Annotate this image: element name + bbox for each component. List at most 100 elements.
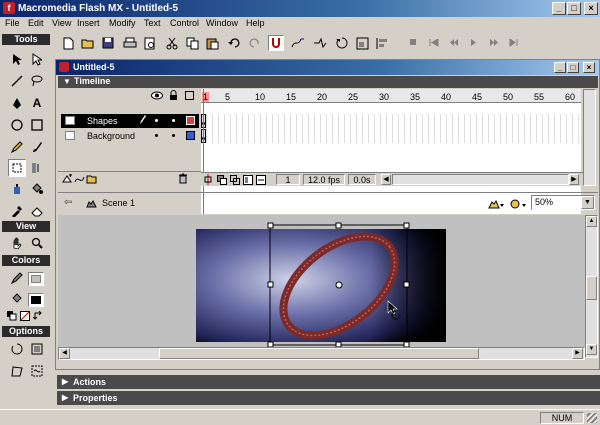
- rectangle-tool-icon[interactable]: [28, 116, 46, 134]
- step-forward-icon[interactable]: [486, 35, 502, 51]
- menu-modify[interactable]: Modify: [109, 18, 136, 28]
- stage-area[interactable]: [58, 215, 585, 347]
- show-hide-all-eye-icon[interactable]: [151, 91, 163, 101]
- pencil-tool-icon[interactable]: [8, 138, 26, 156]
- timeline-vertical-scrollbar[interactable]: [583, 89, 596, 186]
- delete-layer-icon[interactable]: [178, 173, 188, 184]
- actions-panel-header[interactable]: ▶ Actions: [57, 375, 600, 389]
- straighten-icon[interactable]: [312, 35, 328, 51]
- insert-layer-icon[interactable]: [62, 174, 73, 184]
- zoom-tool-icon[interactable]: [28, 234, 46, 252]
- text-tool-icon[interactable]: A: [28, 94, 46, 112]
- horizontal-scroll-thumb[interactable]: [159, 348, 479, 359]
- maximize-button[interactable]: □: [567, 2, 581, 15]
- oval-tool-icon[interactable]: [8, 116, 26, 134]
- lock-dot[interactable]: [172, 119, 175, 122]
- timeline-header[interactable]: ▼ Timeline: [58, 76, 598, 88]
- lasso-tool-icon[interactable]: [28, 72, 46, 90]
- expand-arrow-icon[interactable]: ▶: [62, 391, 68, 405]
- scene-name[interactable]: Scene 1: [102, 198, 135, 208]
- new-file-icon[interactable]: [60, 35, 76, 51]
- snap-to-objects-icon[interactable]: [268, 35, 284, 51]
- envelope-option-icon[interactable]: [28, 362, 46, 380]
- menu-text[interactable]: Text: [144, 18, 161, 28]
- onion-skin-outlines-icon[interactable]: [230, 175, 240, 185]
- edit-symbols-icon[interactable]: [510, 196, 526, 210]
- modify-onion-markers-icon[interactable]: [256, 175, 266, 185]
- menu-insert[interactable]: Insert: [77, 18, 100, 28]
- play-icon[interactable]: [466, 35, 482, 51]
- stage-vertical-scrollbar[interactable]: ▲ ▼: [585, 215, 598, 358]
- undo-icon[interactable]: [226, 35, 242, 51]
- print-icon[interactable]: [122, 35, 138, 51]
- resize-grip-icon[interactable]: [587, 413, 597, 423]
- ink-bottle-tool-icon[interactable]: [8, 180, 26, 198]
- default-colors-icon[interactable]: [6, 310, 18, 322]
- lock-dot[interactable]: [172, 134, 175, 137]
- distort-option-icon[interactable]: [8, 362, 26, 380]
- subselect-tool-icon[interactable]: [28, 50, 46, 68]
- paste-icon[interactable]: [204, 35, 220, 51]
- print-preview-icon[interactable]: [142, 35, 158, 51]
- edit-multiple-frames-icon[interactable]: [243, 175, 253, 185]
- fill-color-swatch[interactable]: [28, 293, 44, 307]
- open-file-icon[interactable]: [80, 35, 96, 51]
- smooth-icon[interactable]: [290, 35, 306, 51]
- expand-arrow-icon[interactable]: ▶: [62, 375, 68, 389]
- outline-all-icon[interactable]: [185, 91, 194, 100]
- brush-tool-icon[interactable]: [28, 138, 46, 156]
- visible-dot[interactable]: [155, 134, 158, 137]
- hand-tool-icon[interactable]: [8, 234, 26, 252]
- doc-close-button[interactable]: ×: [583, 62, 595, 73]
- no-color-icon[interactable]: [19, 310, 31, 322]
- doc-minimize-button[interactable]: _: [554, 62, 566, 73]
- menu-window[interactable]: Window: [206, 18, 238, 28]
- chevron-down-icon[interactable]: ▼: [581, 196, 594, 209]
- layer-row-background[interactable]: Background: [61, 129, 199, 143]
- center-frame-icon[interactable]: [203, 174, 213, 185]
- eraser-tool-icon[interactable]: [28, 202, 46, 220]
- visible-dot[interactable]: [155, 119, 158, 122]
- rotate-skew-option-icon[interactable]: [28, 340, 46, 358]
- frame-grid[interactable]: [201, 114, 581, 143]
- arrow-tool-icon[interactable]: [8, 50, 26, 68]
- scroll-left-arrow-icon[interactable]: ◀: [381, 174, 391, 185]
- edit-scene-icon[interactable]: [488, 196, 504, 210]
- scroll-right-arrow-icon[interactable]: ▶: [572, 348, 583, 359]
- save-icon[interactable]: [100, 35, 116, 51]
- zoom-dropdown[interactable]: 50% ▼: [531, 195, 595, 210]
- swap-colors-icon[interactable]: [32, 310, 44, 322]
- timeline-horizontal-scrollbar[interactable]: [392, 174, 569, 185]
- rewind-icon[interactable]: [426, 35, 442, 51]
- doc-maximize-button[interactable]: □: [567, 62, 579, 73]
- lock-all-icon[interactable]: [169, 90, 179, 101]
- snap-option-icon[interactable]: [8, 340, 26, 358]
- redo-icon[interactable]: [246, 35, 262, 51]
- stroke-color-swatch[interactable]: [28, 272, 44, 286]
- eyedropper-tool-icon[interactable]: [8, 202, 26, 220]
- stop-icon[interactable]: [406, 35, 422, 51]
- line-tool-icon[interactable]: [8, 72, 26, 90]
- scroll-right-arrow-icon[interactable]: ▶: [569, 174, 579, 185]
- scroll-down-arrow-icon[interactable]: ▼: [586, 344, 597, 355]
- menu-view[interactable]: View: [52, 18, 71, 28]
- layer-color-swatch[interactable]: [186, 116, 195, 125]
- rotate-icon[interactable]: [334, 35, 350, 51]
- scroll-up-arrow-icon[interactable]: ▲: [586, 216, 597, 227]
- minimize-button[interactable]: _: [552, 2, 566, 15]
- free-transform-tool-icon[interactable]: [8, 159, 26, 177]
- scroll-left-arrow-icon[interactable]: ◀: [59, 348, 70, 359]
- properties-panel-header[interactable]: ▶ Properties: [57, 391, 600, 405]
- menu-file[interactable]: File: [5, 18, 20, 28]
- layer-color-swatch[interactable]: [186, 131, 195, 140]
- fill-transform-tool-icon[interactable]: [28, 159, 46, 177]
- back-arrow-icon[interactable]: ⇦: [64, 197, 72, 208]
- close-button[interactable]: ×: [584, 2, 598, 15]
- stage-horizontal-scrollbar[interactable]: ◀ ▶: [58, 347, 585, 360]
- frame-rate[interactable]: 12.0 fps: [303, 174, 345, 185]
- paint-bucket-tool-icon[interactable]: [28, 180, 46, 198]
- menu-control[interactable]: Control: [170, 18, 199, 28]
- vertical-scroll-thumb[interactable]: [586, 276, 597, 300]
- stage-canvas[interactable]: [58, 215, 585, 347]
- pen-tool-icon[interactable]: [8, 94, 26, 112]
